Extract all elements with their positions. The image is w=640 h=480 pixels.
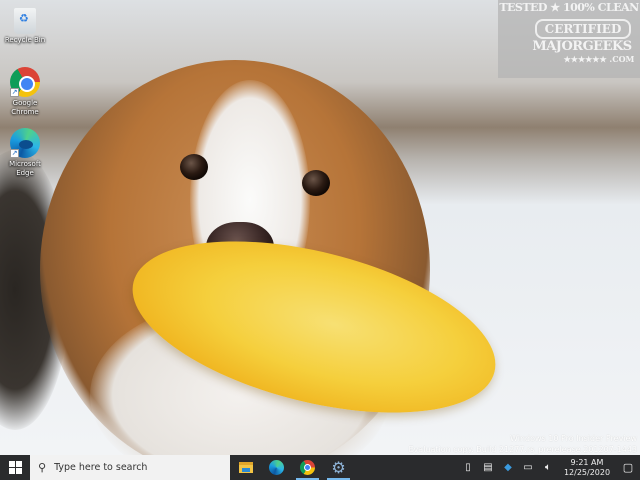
system-tray: ▯ ▤ ◆ ▭ 🔈︎ 9:21 AM 12/25/2020 ▢ [458,455,640,480]
watermark-text: TESTED ★ 100% CLEAN [499,1,639,14]
taskbar-google-chrome[interactable] [292,455,323,480]
keyboard-icon[interactable]: ▤ [478,462,498,473]
action-center-icon[interactable]: ▢ [616,461,640,474]
windows-logo-icon [8,461,22,474]
shortcut-arrow-icon: ↗ [10,149,19,158]
shortcut-arrow-icon: ↗ [10,88,19,97]
wallpaper-dog-eye [302,170,330,196]
taskbar-search-box[interactable]: ⚲ Type here to search [30,455,230,480]
recycle-bin-icon [14,8,36,34]
desktop-icon-label: Recycle Bin [4,36,46,44]
clock-time: 9:21 AM [570,457,604,467]
search-icon: ⚲ [38,461,47,474]
start-button[interactable] [0,455,30,480]
network-icon[interactable]: ▭ [518,462,538,473]
desktop-icon-recycle-bin[interactable]: Recycle Bin [2,4,48,45]
taskbar-file-explorer[interactable] [230,455,261,480]
build-text: Evaluation copy. Build 21277.rs_prerelea… [408,445,638,454]
taskbar-clock[interactable]: 9:21 AM 12/25/2020 [558,458,616,478]
watermark-text: CERTIFIED [534,19,632,39]
chrome-icon: ↗ [10,67,40,97]
desktop-icon-label: Google Chrome [11,99,39,116]
volume-icon[interactable]: 🔈︎ [538,462,558,473]
clock-date: 12/25/2020 [563,467,611,477]
watermark-text: MAJORGEEKS [532,39,632,54]
taskbar-settings[interactable]: ⚙ [323,455,354,480]
usb-icon[interactable]: ▯ [458,462,478,473]
desktop-icon-label: Microsoft Edge [9,160,41,177]
edition-text: Windows 10 Pro Insider Preview [509,434,637,443]
desktop-icon-microsoft-edge[interactable]: ↗ Microsoft Edge [2,128,48,178]
watermark-text: ★★★★★★ .COM [563,54,635,64]
edge-icon: ↗ [10,128,40,158]
taskbar-microsoft-edge[interactable] [261,455,292,480]
folder-icon [238,462,253,473]
search-placeholder: Type here to search [54,462,148,473]
edge-icon [269,460,284,475]
chrome-icon [300,460,315,475]
wallpaper-dog-eye [180,154,208,180]
desktop-icon-google-chrome[interactable]: ↗ Google Chrome [2,67,48,117]
taskbar: ⚲ Type here to search ⚙ ▯ ▤ ◆ ▭ 🔈︎ 9:21 … [0,455,640,480]
gear-icon: ⚙ [331,457,346,477]
security-shield-icon[interactable]: ◆ [498,462,518,473]
majorgeeks-watermark: TESTED ★ 100% CLEAN CERTIFIED MAJORGEEKS… [498,0,640,78]
evaluation-watermark: Windows 10 Pro Insider Preview Evaluatio… [409,433,638,455]
